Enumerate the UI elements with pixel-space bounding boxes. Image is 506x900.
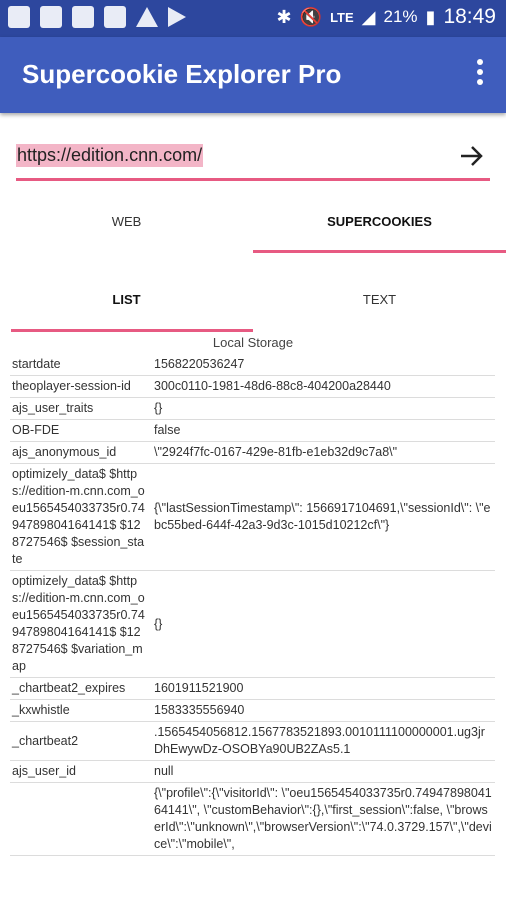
- tab-web[interactable]: WEB: [0, 195, 253, 255]
- row-value: {}: [148, 397, 495, 420]
- system-indicators: ✱ 🔇 LTE ◢ 21% ▮ 18:49: [277, 5, 496, 29]
- image-icon: [8, 6, 30, 28]
- more-vert-icon[interactable]: [476, 59, 484, 91]
- bluetooth-icon: ✱: [276, 6, 292, 27]
- tab-text[interactable]: TEXT: [253, 275, 506, 327]
- signal-icon: ◢: [361, 6, 376, 27]
- table-row: _chartbeat2.1565454056812.1567783521893.…: [10, 721, 495, 761]
- row-key: _chartbeat2: [10, 721, 148, 761]
- mute-icon: 🔇: [299, 6, 323, 27]
- row-value: .1565454056812.1567783521893.00101111000…: [148, 721, 495, 761]
- status-bar: ✱ 🔇 LTE ◢ 21% ▮ 18:49: [0, 0, 506, 37]
- row-value: null: [148, 760, 495, 783]
- row-value: 300c0110-1981-48d6-88c8-404200a28440: [148, 375, 495, 398]
- tab-supercookies[interactable]: SUPERCOOKIES: [253, 195, 506, 255]
- row-key: ajs_user_id: [10, 760, 148, 783]
- url-input[interactable]: https://edition.cnn.com/: [16, 144, 204, 167]
- row-key: [10, 782, 148, 856]
- row-key: _kxwhistle: [10, 699, 148, 722]
- row-key: optimizely_data$ $https://edition-m.cnn.…: [10, 463, 148, 571]
- url-field-container: https://edition.cnn.com/: [16, 140, 490, 181]
- table-row: ajs_user_traits{}: [10, 397, 495, 420]
- battery-percent: 21%: [383, 7, 418, 26]
- gb-icon: [72, 6, 94, 28]
- table-row: _kxwhistle 1583335556940: [10, 699, 495, 722]
- table-row: OB-FDE false: [10, 419, 495, 442]
- notification-icons: [8, 6, 186, 28]
- row-value: false: [148, 419, 495, 442]
- row-key: theoplayer-session-id: [10, 375, 148, 398]
- play-store-icon: [168, 7, 186, 27]
- tab-list[interactable]: LIST: [0, 275, 253, 327]
- row-value: {\"lastSessionTimestamp\": 1566917104691…: [148, 463, 495, 571]
- table-row: startdate 1568220536247: [10, 354, 495, 376]
- table-row: _chartbeat2_expires 1601911521900: [10, 677, 495, 700]
- warning-icon: [136, 7, 158, 27]
- clock: 18:49: [443, 5, 496, 28]
- section-title: Local Storage: [212, 335, 294, 350]
- row-value: \"2924f7fc-0167-429e-81fb-e1eb32d9c7a8\": [148, 441, 495, 464]
- row-value: 1601911521900: [148, 677, 495, 700]
- row-key: ajs_user_traits: [10, 397, 148, 420]
- sub-tabs: LIST TEXT: [0, 275, 506, 335]
- table-row: optimizely_data$ $https://edition-m.cnn.…: [10, 570, 495, 678]
- arrow-right-icon[interactable]: [458, 142, 486, 170]
- network-type: LTE: [330, 9, 354, 25]
- table-row: ajs_anonymous_id \"2924f7fc-0167-429e-81f…: [10, 441, 495, 464]
- table-row: ajs_user_id null: [10, 760, 495, 783]
- main-tabs: WEB SUPERCOOKIES: [0, 195, 506, 257]
- row-key: startdate: [10, 354, 148, 376]
- app-title: Supercookie Explorer Pro: [22, 59, 342, 89]
- battery-icon: ▮: [425, 6, 436, 27]
- tab-indicator: [253, 250, 506, 253]
- row-value: 1568220536247: [148, 354, 495, 376]
- gb-icon: [104, 6, 126, 28]
- subtab-indicator: [11, 329, 253, 332]
- row-value: {\"profile\":{\"visitorId\": \"oeu156545…: [148, 782, 495, 856]
- bluetooth-notification-icon: [40, 6, 62, 28]
- row-value: 1583335556940: [148, 699, 495, 722]
- row-key: _chartbeat2_expires: [10, 677, 148, 700]
- row-key: ajs_anonymous_id: [10, 441, 148, 464]
- table-row: optimizely_data$ $https://edition-m.cnn.…: [10, 463, 495, 571]
- table-row: theoplayer-session-id 300c0110-1981-48d6-…: [10, 375, 495, 398]
- storage-table: startdate 1568220536247 theoplayer-sessio…: [10, 354, 495, 856]
- table-row: {\"profile\":{\"visitorId\": \"oeu156545…: [10, 782, 495, 856]
- row-value: {}: [148, 570, 495, 678]
- app-bar: Supercookie Explorer Pro: [0, 37, 506, 113]
- row-key: optimizely_data$ $https://edition-m.cnn.…: [10, 570, 148, 678]
- row-key: OB-FDE: [10, 419, 148, 442]
